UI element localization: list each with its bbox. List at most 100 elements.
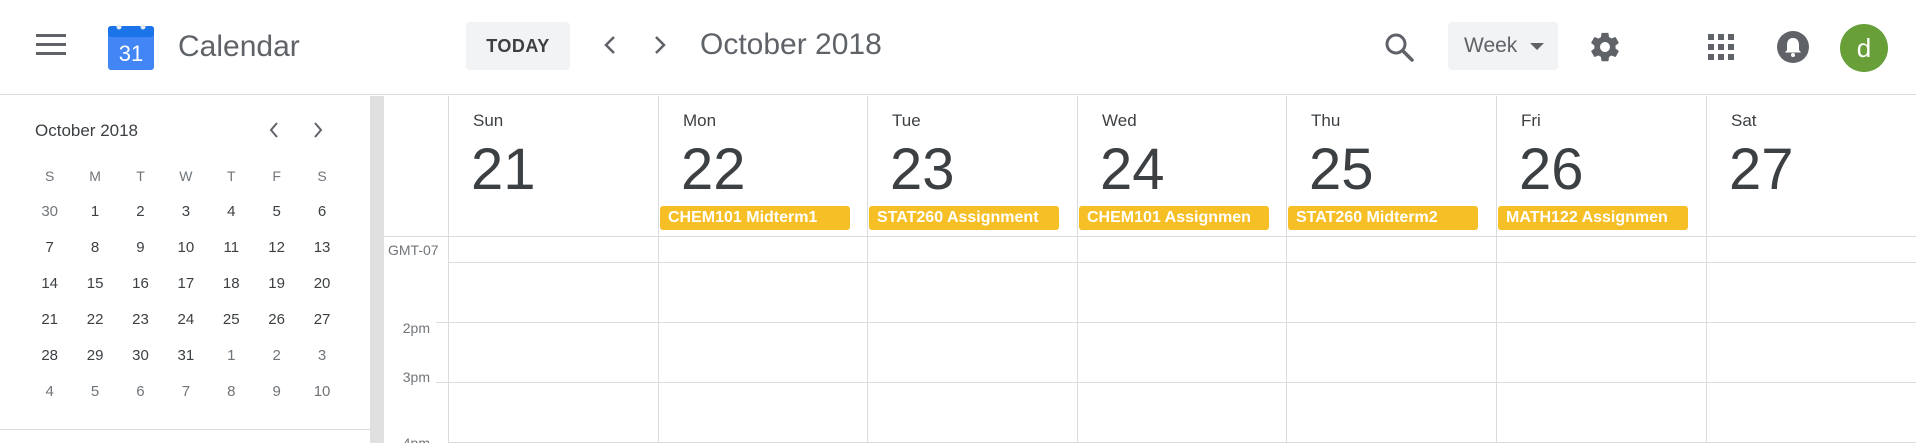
mini-day[interactable]: 14 <box>27 266 72 302</box>
day-number[interactable]: 25 <box>1309 136 1374 203</box>
mini-day[interactable]: 1 <box>72 194 117 230</box>
hour-label: 2pm <box>402 320 430 336</box>
mini-day[interactable]: 30 <box>118 338 163 374</box>
all-day-event[interactable]: CHEM101 Assignmen <box>1079 206 1269 230</box>
chevron-right-icon <box>655 36 666 54</box>
mini-day[interactable]: 6 <box>118 374 163 410</box>
hour-tick <box>436 382 448 383</box>
apps-grid-icon[interactable] <box>1706 32 1736 62</box>
calendar-logo-icon: 31 <box>108 24 154 70</box>
mini-day[interactable]: 3 <box>299 338 344 374</box>
day-number[interactable]: 27 <box>1729 136 1794 203</box>
weekday-header: S <box>45 168 55 184</box>
all-day-event[interactable]: CHEM101 Midterm1 <box>660 206 850 230</box>
day-column[interactable]: Thu 25 STAT260 Midterm2 <box>1286 96 1494 443</box>
mini-day[interactable]: 4 <box>27 374 72 410</box>
mini-day[interactable]: 28 <box>27 338 72 374</box>
mini-day[interactable]: 16 <box>118 266 163 302</box>
mini-day[interactable]: 8 <box>72 230 117 266</box>
mini-day[interactable]: 5 <box>254 194 299 230</box>
mini-day[interactable]: 30 <box>27 194 72 230</box>
mini-day[interactable]: 7 <box>27 230 72 266</box>
view-selector-label: Week <box>1464 34 1518 57</box>
mini-day[interactable]: 15 <box>72 266 117 302</box>
app-title: Calendar <box>178 30 300 63</box>
day-number[interactable]: 23 <box>890 136 955 203</box>
caret-down-icon <box>1530 43 1544 50</box>
mini-week-row: 7 8 9 10 11 12 13 <box>27 230 345 266</box>
weekday-header: T <box>136 168 145 184</box>
hour-label: 3pm <box>402 369 430 385</box>
weekday-header: T <box>226 168 236 184</box>
mini-day[interactable]: 19 <box>254 266 299 302</box>
hour-label: 4pm <box>402 435 430 443</box>
mini-day[interactable]: 21 <box>27 302 72 338</box>
logo-day-number: 31 <box>119 41 143 66</box>
weekday-header: S <box>317 168 327 184</box>
search-icon[interactable] <box>1382 30 1416 64</box>
mini-day[interactable]: 1 <box>209 338 254 374</box>
all-day-event[interactable]: STAT260 Midterm2 <box>1288 206 1478 230</box>
day-name: Mon <box>683 111 717 130</box>
chevron-right-icon <box>314 122 323 138</box>
mini-day[interactable]: 2 <box>118 194 163 230</box>
day-column[interactable]: Sun 21 <box>448 96 656 443</box>
mini-day[interactable]: 10 <box>163 230 208 266</box>
chevron-left-icon <box>604 36 615 54</box>
mini-day[interactable]: 9 <box>118 230 163 266</box>
mini-prev-month-button[interactable] <box>264 118 284 142</box>
mini-day[interactable]: 31 <box>163 338 208 374</box>
mini-week-row: 14 15 16 17 18 19 20 <box>27 266 345 302</box>
avatar[interactable]: d <box>1840 24 1888 72</box>
mini-day[interactable]: 11 <box>209 230 254 266</box>
mini-day[interactable]: 5 <box>72 374 117 410</box>
all-day-event[interactable]: STAT260 Assignment <box>869 206 1059 230</box>
day-column[interactable]: Fri 26 MATH122 Assignmen <box>1496 96 1704 443</box>
next-week-button[interactable] <box>648 30 672 60</box>
mini-day[interactable]: 10 <box>299 374 344 410</box>
mini-day[interactable]: 25 <box>209 302 254 338</box>
day-number[interactable]: 21 <box>471 136 536 203</box>
day-number[interactable]: 24 <box>1100 136 1165 203</box>
sidebar-scrollbar[interactable] <box>370 96 384 443</box>
mini-day[interactable]: 26 <box>254 302 299 338</box>
today-button[interactable]: TODAY <box>466 22 570 70</box>
mini-day[interactable]: 6 <box>299 194 344 230</box>
all-day-event[interactable]: MATH122 Assignmen <box>1498 206 1688 230</box>
day-number[interactable]: 26 <box>1519 136 1584 203</box>
mini-day[interactable]: 2 <box>254 338 299 374</box>
week-view: GMT-07 2pm 3pm 4pm Sun 21 Mon 22 CHEM101 Mid… <box>384 96 1916 443</box>
menu-icon[interactable] <box>36 34 66 58</box>
mini-day[interactable]: 13 <box>299 230 344 266</box>
weekday-header: M <box>89 168 101 184</box>
view-selector[interactable]: Week <box>1448 22 1558 70</box>
bell-icon[interactable] <box>1776 30 1810 64</box>
mini-day[interactable]: 4 <box>209 194 254 230</box>
weekday-header: W <box>179 168 193 184</box>
prev-week-button[interactable] <box>598 30 622 60</box>
day-column[interactable]: Tue 23 STAT260 Assignment <box>867 96 1075 443</box>
timezone-label: GMT-07 <box>388 242 439 258</box>
mini-day[interactable]: 17 <box>163 266 208 302</box>
mini-day[interactable]: 23 <box>118 302 163 338</box>
mini-day[interactable]: 9 <box>254 374 299 410</box>
day-column[interactable]: Sat 27 <box>1706 96 1914 443</box>
hour-tick <box>436 322 448 323</box>
mini-day[interactable]: 24 <box>163 302 208 338</box>
mini-day[interactable]: 29 <box>72 338 117 374</box>
day-column[interactable]: Mon 22 CHEM101 Midterm1 <box>658 96 866 443</box>
mini-day[interactable]: 20 <box>299 266 344 302</box>
day-number[interactable]: 22 <box>681 136 746 203</box>
mini-day[interactable]: 18 <box>209 266 254 302</box>
mini-next-month-button[interactable] <box>308 118 328 142</box>
mini-day[interactable]: 22 <box>72 302 117 338</box>
top-bar: 31 Calendar TODAY October 2018 Week d <box>0 0 1916 95</box>
mini-day[interactable]: 8 <box>209 374 254 410</box>
day-column[interactable]: Wed 24 CHEM101 Assignmen <box>1077 96 1285 443</box>
sidebar-divider <box>0 429 370 430</box>
mini-day[interactable]: 7 <box>163 374 208 410</box>
mini-day[interactable]: 27 <box>299 302 344 338</box>
mini-day[interactable]: 3 <box>163 194 208 230</box>
mini-day[interactable]: 12 <box>254 230 299 266</box>
gear-icon[interactable] <box>1588 30 1622 64</box>
